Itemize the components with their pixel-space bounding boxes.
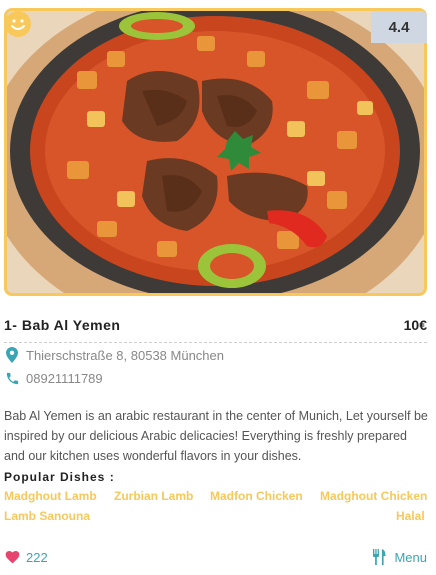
restaurant-title[interactable]: 1- Bab Al Yemen — [4, 317, 120, 333]
address-text: Thierschstraße 8, 80538 München — [26, 347, 224, 363]
menu-link[interactable]: Menu — [372, 549, 427, 565]
dish-tag[interactable]: Madghout Chicken — [320, 489, 427, 503]
location-pin-icon — [4, 346, 20, 364]
address-row: Thierschstraße 8, 80538 München — [4, 346, 224, 364]
phone-number[interactable]: 08921111789 — [26, 371, 103, 386]
likes-count: 222 — [26, 549, 48, 565]
likes[interactable]: 222 — [4, 549, 48, 565]
popular-dishes-label: Popular Dishes : — [4, 470, 115, 484]
food-image — [7, 11, 424, 293]
price: 10€ — [403, 317, 427, 333]
smiley-icon — [4, 10, 32, 38]
heart-icon[interactable] — [4, 549, 22, 565]
restaurant-card[interactable]: 4.4 1- Bab Al Yemen 10€ Thierschstraße 8… — [0, 0, 436, 575]
dish-tag[interactable]: Madghout Lamb — [4, 489, 97, 503]
divider — [4, 342, 427, 343]
phone-row: 08921111789 — [4, 369, 103, 387]
dish-tag[interactable]: Lamb Sanouna — [4, 509, 90, 523]
phone-icon — [4, 369, 20, 387]
dish-tag[interactable]: Halal — [396, 509, 425, 523]
restaurant-photo[interactable] — [4, 8, 427, 296]
rating-badge: 4.4 — [371, 11, 427, 43]
dish-tag[interactable]: Madfon Chicken — [210, 489, 303, 503]
title-row: 1- Bab Al Yemen 10€ — [4, 314, 427, 336]
description: Bab Al Yemen is an arabic restaurant in … — [4, 409, 428, 463]
menu-label: Menu — [394, 549, 427, 565]
fork-knife-icon — [372, 549, 388, 565]
dish-tag[interactable]: Zurbian Lamb — [114, 489, 193, 503]
